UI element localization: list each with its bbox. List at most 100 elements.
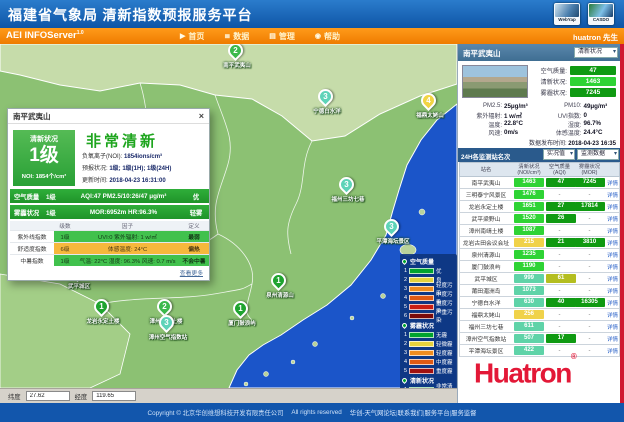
rank-value-cell: - [573, 252, 606, 258]
detail-link[interactable]: 详情 [606, 347, 619, 355]
detail-link[interactable]: 详情 [606, 227, 619, 235]
noi-label: 负氧离子(NOI): [82, 154, 122, 160]
casdo-logo: CASDO [588, 3, 614, 25]
rank-value-cell: 422 [512, 346, 546, 355]
map-canvas[interactable]: 2南平武夷山3宁德白水洋4福鼎太姥山3福州三坊七巷3平潭海坛景区1武平梁野山3武… [0, 44, 457, 388]
data-source-value: 监测数据 [581, 151, 605, 157]
legend-item-label: 无霾 [436, 331, 447, 339]
marker-number: 1 [273, 275, 284, 286]
view-more-link[interactable]: 查看更多 [180, 268, 203, 277]
detail-link[interactable]: 详情 [606, 239, 619, 247]
rank-value-cell: 1190 [512, 262, 546, 271]
value-type-value: 实况值 [547, 151, 565, 157]
map-marker-label: 泉州清源山 [254, 293, 306, 300]
legend-title-text: 雾霾状况 [410, 321, 434, 330]
index-grade: 不会中暑 [179, 256, 209, 265]
detail-link[interactable]: 详情 [606, 335, 619, 343]
nav-item-data[interactable]: ≣数据 [224, 31, 249, 42]
rank-value-cell: 630 [512, 298, 546, 307]
webyap-logo-caption: WebYap [554, 17, 580, 23]
detail-link[interactable]: 详情 [606, 203, 619, 211]
value-badge: 17 [546, 334, 576, 343]
detail-link[interactable]: 详情 [606, 215, 619, 223]
popup-table-row: 中暑指数1级气温: 22°C 湿度: 96.3% 风速: 0.7 m/s不会中暑 [10, 254, 209, 266]
legend-item: 5重度霾 [402, 366, 455, 375]
station-name: 南平武夷山 [460, 178, 512, 187]
nav-item-help[interactable]: ◉帮助 [315, 31, 340, 42]
index-level: 1级 [54, 232, 76, 241]
nav-item-home[interactable]: ▶首页 [180, 31, 204, 42]
value-type-select[interactable]: 实况值▾ [543, 149, 575, 160]
footer-links: 华创-天气网论坛|联系我们|服务平台|服务监督 [350, 408, 477, 417]
summary-row: 雾霾状况:7245 [529, 87, 619, 97]
rank-table-row: 三明泰宁风景区1476--详情 [459, 189, 620, 201]
latitude-input[interactable] [26, 391, 70, 401]
metric-cell: 紫外辐射:1 w/㎡ [460, 111, 540, 120]
rank-value-cell: 215 [512, 238, 546, 247]
rank-value-cell: - [573, 216, 606, 222]
legend-section-title: 空气质量 [402, 256, 455, 266]
nav-item-label: 首页 [188, 31, 204, 42]
detail-link[interactable]: 详情 [606, 287, 619, 295]
detail-link[interactable]: 详情 [606, 191, 619, 199]
rank-value-cell: - [546, 324, 573, 330]
station-name: 龙岩古田会议会址 [460, 238, 512, 247]
legend-color-swatch [409, 304, 434, 310]
station-name: 福州三坊七巷 [460, 322, 512, 331]
rank-title: 24H各监测站名次 [461, 152, 510, 161]
rank-table-row: 泉州清源山1235--详情 [459, 249, 620, 261]
station-name: 漳州空气指数站 [460, 334, 512, 343]
detail-link[interactable]: 详情 [606, 263, 619, 271]
metric-value: 0m/s [504, 129, 518, 136]
rank-value-cell: - [573, 312, 606, 318]
marker-number: 2 [159, 301, 170, 312]
map-marker-label: 漳州空气指数站 [142, 335, 194, 342]
view-mode-select[interactable]: 清新状况▾ [574, 47, 618, 58]
map-marker-label: 武平城区 [53, 284, 105, 291]
detail-link[interactable]: 详情 [606, 323, 619, 331]
nav-item-manage[interactable]: ▤管理 [269, 31, 295, 42]
close-icon[interactable]: × [199, 111, 204, 121]
station-name: 莆田湄洲岛 [460, 286, 512, 295]
legend-color-swatch [409, 295, 434, 301]
rank-value-cell: 40 [546, 298, 573, 307]
legend-item-label: 非常清新 [436, 382, 455, 389]
footer-link-3[interactable]: 服务监督 [451, 410, 476, 417]
fresh-level-box: 清新状况 1级 NOI: 1854个/cm³ [13, 130, 75, 186]
longitude-input[interactable] [92, 391, 136, 401]
popup-table-header-cell: 级数 [54, 222, 76, 230]
legend-pin-icon [401, 376, 408, 383]
station-name: 龙岩永定土楼 [460, 202, 512, 211]
forecast-line: 预报状况: 1级; 1级(1H); 1级(24H) [82, 163, 171, 175]
detail-link[interactable]: 详情 [606, 311, 619, 319]
footer-link-0[interactable]: 华创-天气网论坛 [350, 410, 396, 417]
value-badge: 40 [546, 298, 576, 307]
rank-value-cell: 1520 [512, 214, 546, 223]
popup-table-row: 舒适度指数6级体感温度: 24°C偏热 [10, 242, 209, 254]
legend-item: 1无霾 [402, 330, 455, 339]
detail-link[interactable]: 详情 [606, 275, 619, 283]
rank-value-cell: 3810 [573, 238, 606, 247]
fresh-box-level: 1级 [13, 144, 75, 168]
marker-number: 3 [320, 91, 331, 102]
bar-grade: 优 [183, 192, 209, 201]
detail-link[interactable]: 详情 [606, 251, 619, 259]
detail-link[interactable]: 详情 [606, 179, 619, 187]
metric-label: 温度: [460, 120, 502, 129]
station-name: 武平城区 [460, 274, 512, 283]
rank-value-cell: 1073 [512, 286, 546, 295]
rank-table-row: 武平梁野山152026-详情 [459, 213, 620, 225]
rank-value-cell: 256 [512, 310, 546, 319]
update-time-line: 更新时间: 2018-04-23 16:31:00 [82, 175, 171, 187]
summary-label: 雾霾状况: [529, 88, 567, 97]
legend-item-rank: 4 [402, 359, 409, 365]
value-badge: 17814 [575, 202, 605, 211]
index-level: 1级 [54, 256, 76, 265]
data-source-select[interactable]: 监测数据▾ [577, 149, 619, 160]
footer-link-1[interactable]: 联系我们 [398, 410, 423, 417]
rank-table-row: 厦门鼓浪屿1190--详情 [459, 261, 620, 273]
legend-item: 1非常清新 [402, 385, 455, 388]
detail-link[interactable]: 详情 [606, 299, 619, 307]
footer-link-2[interactable]: 服务平台 [424, 410, 449, 417]
legend-item: 2轻微霾 [402, 339, 455, 348]
